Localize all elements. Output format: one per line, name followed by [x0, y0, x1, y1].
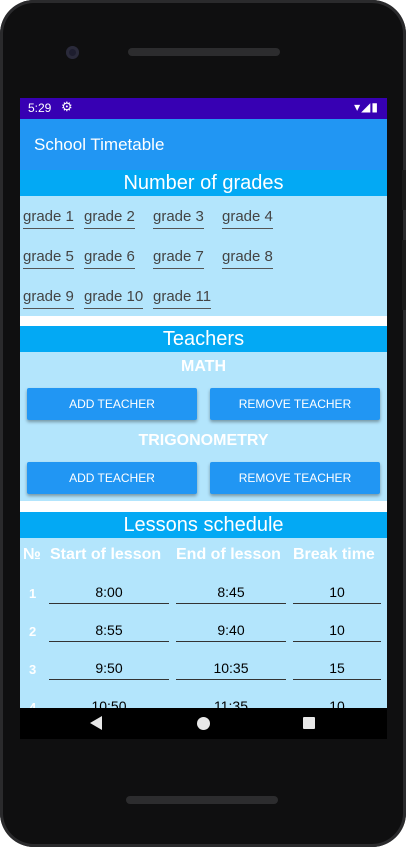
end-time-input[interactable]: 10:35: [176, 660, 286, 680]
screen: 5:29 ⚙ ▾◢▮ School Timetable Number of gr…: [20, 98, 387, 739]
grades-section: Number of grades grade 1 grade 2 grade 3…: [20, 170, 387, 316]
home-icon[interactable]: [197, 717, 210, 730]
table-row: 1 8:00 8:45 10: [20, 584, 387, 608]
grade-input[interactable]: grade 9: [23, 288, 74, 309]
end-time-input[interactable]: 8:45: [176, 584, 286, 604]
grades-section-title: Number of grades: [20, 170, 387, 196]
front-camera: [66, 46, 79, 59]
column-break-header: Break time: [293, 546, 375, 563]
start-time-input[interactable]: 9:50: [49, 660, 169, 680]
row-number: 1: [29, 586, 37, 601]
start-time-input[interactable]: 8:55: [49, 622, 169, 642]
recent-apps-icon[interactable]: [303, 717, 315, 729]
volume-button: [402, 170, 406, 210]
app-bar: School Timetable: [20, 119, 387, 170]
gear-icon: ⚙: [61, 99, 73, 114]
grade-input[interactable]: grade 2: [84, 208, 135, 229]
grade-input[interactable]: grade 6: [84, 248, 135, 269]
table-row: 2 8:55 9:40 10: [20, 622, 387, 646]
remove-teacher-button-math[interactable]: REMOVE TEACHER: [210, 388, 380, 420]
break-time-input[interactable]: 10: [293, 584, 381, 604]
power-button: [402, 240, 406, 310]
grade-input[interactable]: grade 4: [222, 208, 273, 229]
end-time-input[interactable]: 9:40: [176, 622, 286, 642]
grade-input[interactable]: grade 11: [153, 288, 212, 309]
row-number: 2: [29, 624, 37, 639]
grade-input[interactable]: grade 3: [153, 208, 204, 229]
table-row: 3 9:50 10:35 15: [20, 660, 387, 684]
column-end-header: End of lesson: [176, 546, 281, 563]
add-teacher-button-trigonometry[interactable]: ADD TEACHER: [27, 462, 197, 494]
break-time-input[interactable]: 10: [293, 698, 381, 708]
schedule-section: Lessons schedule № Start of lesson End o…: [20, 512, 387, 708]
grade-input[interactable]: grade 5: [23, 248, 74, 269]
status-time: 5:29: [28, 101, 52, 115]
break-time-input[interactable]: 15: [293, 660, 381, 680]
start-time-input[interactable]: 10:50: [49, 698, 169, 708]
end-time-input[interactable]: 11:35: [176, 698, 286, 708]
earpiece-speaker: [128, 48, 280, 56]
schedule-section-title: Lessons schedule: [20, 512, 387, 538]
schedule-header-row: № Start of lesson End of lesson Break ti…: [20, 546, 387, 568]
subject-trigonometry-label: TRIGONOMETRY: [138, 432, 269, 449]
row-number: 4: [29, 700, 37, 708]
grade-input[interactable]: grade 1: [23, 208, 74, 229]
signal-wifi-battery-icons: ▾◢▮: [354, 100, 379, 114]
status-bar: 5:29 ⚙ ▾◢▮: [20, 98, 387, 119]
app-title: School Timetable: [34, 135, 165, 154]
navigation-bar: [20, 708, 387, 739]
teachers-section-title: Teachers: [20, 326, 387, 352]
column-number-header: №: [23, 546, 41, 563]
remove-teacher-button-trigonometry[interactable]: REMOVE TEACHER: [210, 462, 380, 494]
bottom-speaker: [126, 796, 278, 804]
add-teacher-button-math[interactable]: ADD TEACHER: [27, 388, 197, 420]
phone-frame: 5:29 ⚙ ▾◢▮ School Timetable Number of gr…: [0, 0, 406, 847]
subject-math-label: MATH: [180, 358, 227, 375]
grade-input[interactable]: grade 7: [153, 248, 204, 269]
row-number: 3: [29, 662, 37, 677]
start-time-input[interactable]: 8:00: [49, 584, 169, 604]
break-time-input[interactable]: 10: [293, 622, 381, 642]
table-row: 4 10:50 11:35 10: [20, 698, 387, 708]
back-icon[interactable]: [90, 716, 102, 730]
grade-input[interactable]: grade 8: [222, 248, 273, 269]
teachers-section: Teachers MATH ADD TEACHER REMOVE TEACHER…: [20, 326, 387, 501]
grade-input[interactable]: grade 10: [84, 288, 144, 309]
scroll-content[interactable]: Number of grades grade 1 grade 2 grade 3…: [20, 170, 387, 708]
column-start-header: Start of lesson: [50, 546, 162, 563]
